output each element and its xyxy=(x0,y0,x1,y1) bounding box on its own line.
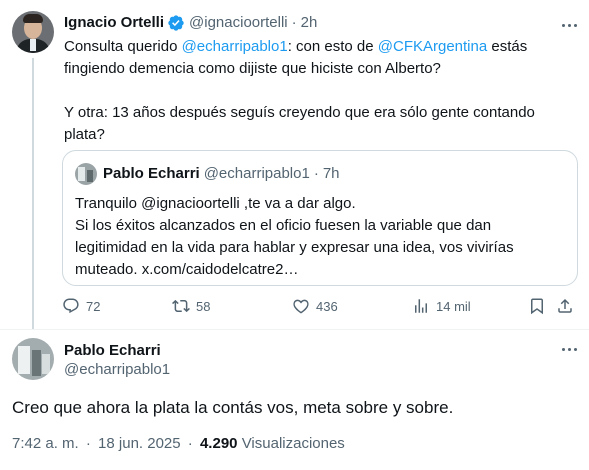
avatar-ignacio-ortelli[interactable] xyxy=(12,11,54,53)
views-count: 14 mil xyxy=(436,298,471,314)
like-count: 436 xyxy=(316,298,338,314)
separator-dot: · xyxy=(85,435,91,452)
views-button[interactable]: 14 mil xyxy=(412,294,471,318)
retweet-count: 58 xyxy=(196,298,211,314)
tweet-meta: 7:42 a. m. · 18 jun. 2025 · 4.290 Visual… xyxy=(12,434,345,454)
author-name[interactable]: Ignacio Ortelli xyxy=(64,13,164,33)
views-count: 4.290 xyxy=(199,435,238,452)
mention-link[interactable]: @echarripablo1 xyxy=(182,38,288,55)
divider xyxy=(0,329,589,330)
reply-icon xyxy=(63,298,79,314)
action-bar: 72 58 436 14 mil xyxy=(62,294,578,318)
tweet-time[interactable]: 7:42 a. m. xyxy=(12,435,79,452)
reply-tweet[interactable]: Ignacio Ortelli @ignacioortelli · 2h Con… xyxy=(0,0,589,330)
more-icon[interactable] xyxy=(558,338,580,360)
retweet-button[interactable]: 58 xyxy=(172,294,210,318)
mention-link[interactable]: @CFKArgentina xyxy=(378,38,487,55)
reply-button[interactable]: 72 xyxy=(62,294,100,318)
separator-dot: · xyxy=(291,14,297,31)
like-button[interactable]: 436 xyxy=(292,294,338,318)
tweet-time[interactable]: 2h xyxy=(301,13,318,33)
share-button[interactable] xyxy=(556,294,580,318)
reply-tweet-paragraph: Y otra: 13 años después seguís creyendo … xyxy=(64,104,535,143)
main-author-name[interactable]: Pablo Echarri xyxy=(64,341,161,361)
tweet-date[interactable]: 18 jun. 2025 xyxy=(98,435,181,452)
main-tweet-text: Creo que ahora la plata la contás vos, m… xyxy=(12,398,454,417)
like-icon xyxy=(293,299,309,314)
thread-line xyxy=(32,58,34,330)
quoted-author-name: Pablo Echarri xyxy=(103,165,200,182)
more-icon[interactable] xyxy=(558,14,580,36)
reply-tweet-text: Consulta querido @echarripablo1: con est… xyxy=(64,36,574,146)
quoted-time: 7h xyxy=(322,165,340,182)
quoted-tweet-text: Tranquilo @ignacioortelli ,te va a dar a… xyxy=(75,195,514,278)
author-handle[interactable]: @ignacioortelli xyxy=(189,13,288,33)
main-author-handle[interactable]: @echarripablo1 xyxy=(64,360,170,380)
bookmark-icon xyxy=(531,298,543,315)
separator-dot: · xyxy=(313,165,319,182)
views-icon xyxy=(415,299,427,313)
quoted-author-handle: @echarripablo1 xyxy=(203,165,310,182)
avatar-pablo-echarri[interactable] xyxy=(12,338,54,380)
views-label: Visualizaciones xyxy=(241,435,345,452)
share-icon xyxy=(558,298,572,313)
reply-tweet-header: Ignacio Ortelli @ignacioortelli · 2h xyxy=(64,13,317,33)
reply-count: 72 xyxy=(86,298,101,314)
bookmark-button[interactable] xyxy=(528,294,552,318)
quoted-tweet-header: Pablo Echarri @echarripablo1 · 7h xyxy=(75,163,340,185)
avatar-pablo-echarri-small xyxy=(75,163,97,185)
verified-badge-icon xyxy=(168,15,184,31)
quoted-tweet[interactable]: Pablo Echarri @echarripablo1 · 7h Tranqu… xyxy=(62,150,578,286)
retweet-icon xyxy=(172,299,190,313)
separator-dot: · xyxy=(187,435,193,452)
